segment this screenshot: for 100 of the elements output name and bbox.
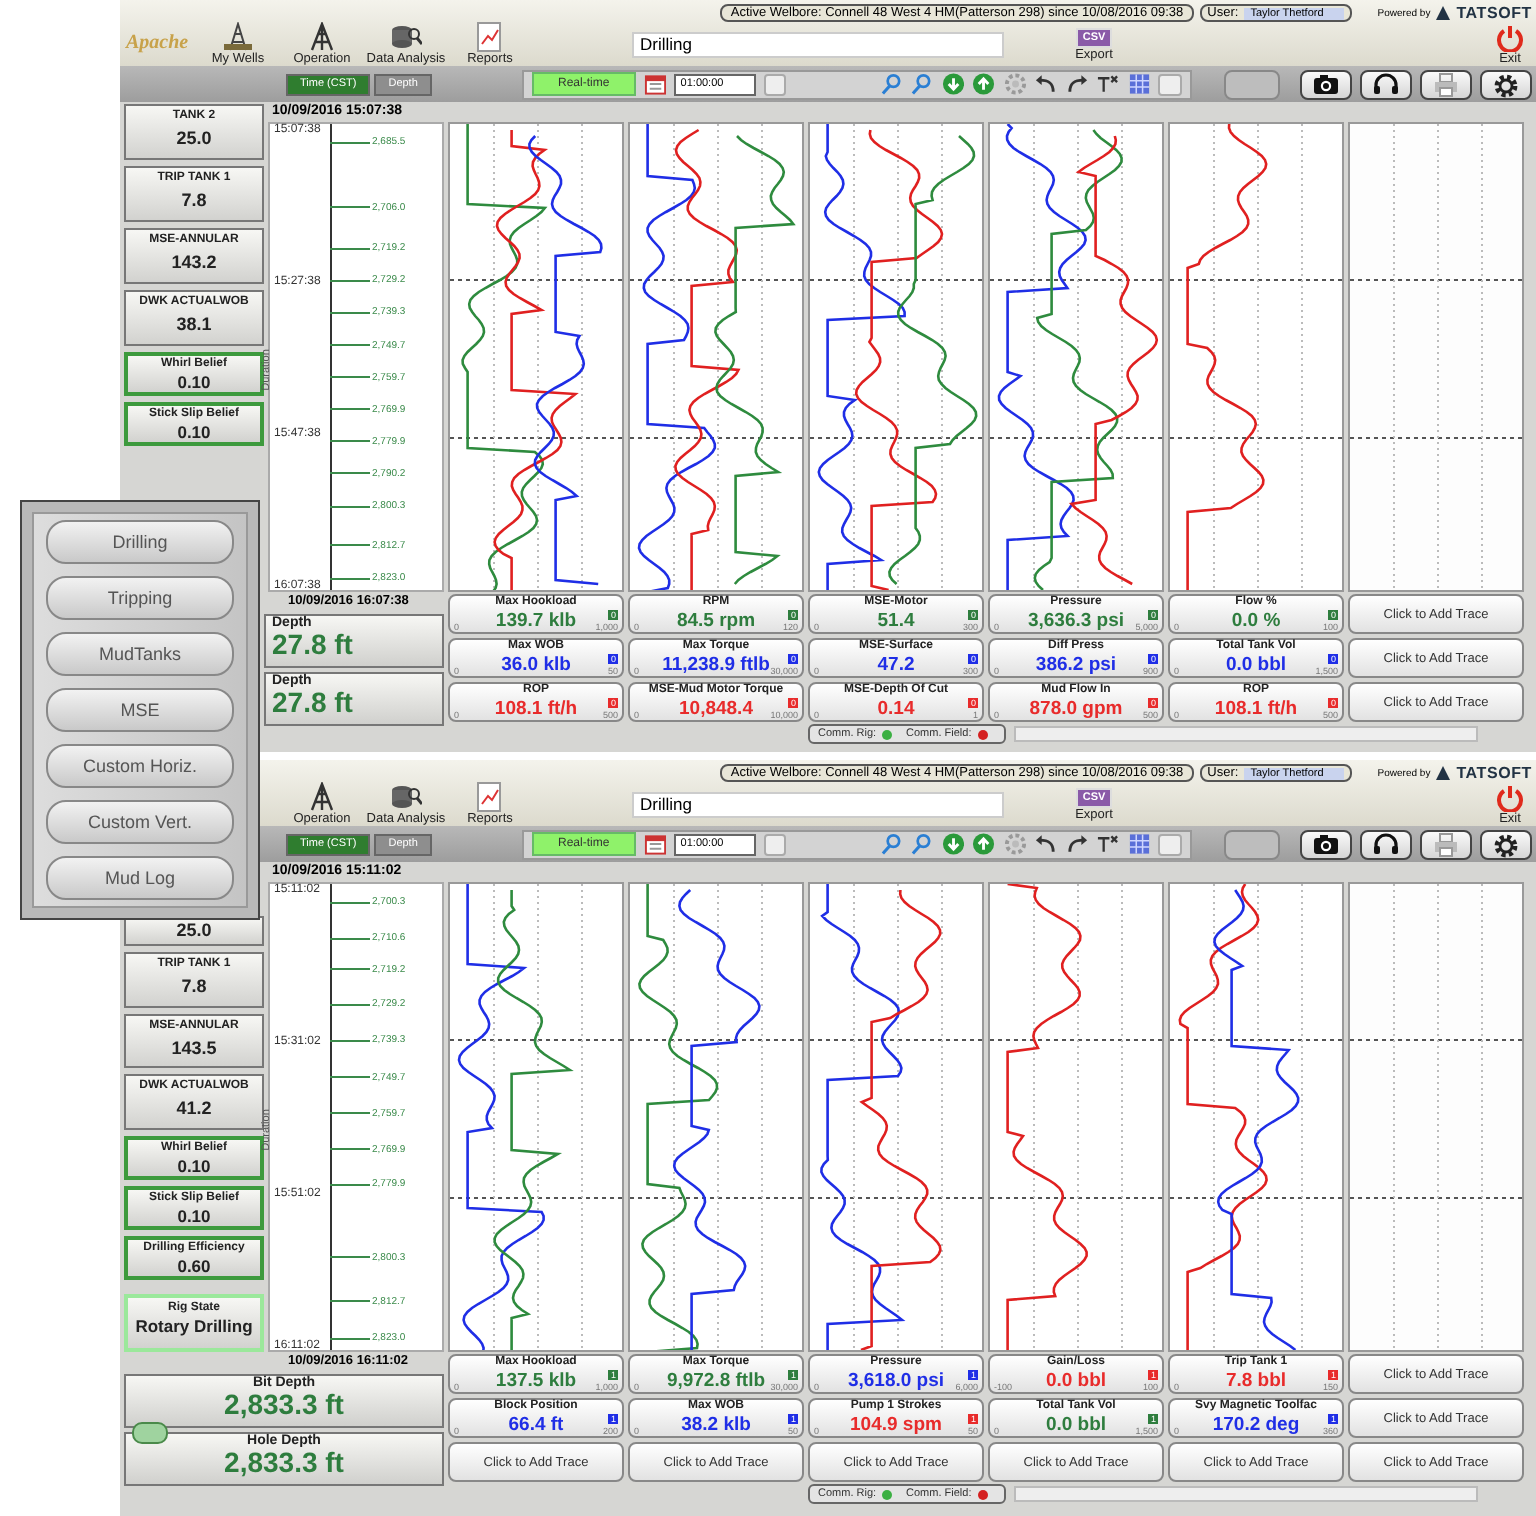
horizontal-scrollbar[interactable]	[1013, 726, 1478, 742]
power-icon	[1496, 23, 1524, 51]
more-button[interactable]	[1158, 833, 1182, 855]
up-arrow-icon	[972, 832, 996, 856]
depth-value: 27.8 ft	[272, 630, 355, 660]
gauge-value: 104.9 spm	[850, 1414, 942, 1436]
more-button[interactable]	[1158, 73, 1182, 95]
redo-icon	[1065, 72, 1089, 96]
report-chart-icon	[474, 782, 506, 812]
depth-tick	[330, 1003, 370, 1006]
gauge-value: 11,238.9 ftlb	[662, 654, 770, 676]
collapse-handle[interactable]	[132, 1422, 168, 1444]
card-value: 41.2	[176, 1098, 212, 1119]
horizontal-scrollbar[interactable]	[1013, 1486, 1478, 1502]
view-option-button[interactable]: Drilling	[46, 520, 234, 564]
brand-logo-icon	[1434, 764, 1453, 782]
headset-button[interactable]	[1360, 69, 1412, 99]
depth-tick	[330, 1039, 370, 1042]
gauge-value: 108.1 ft/h	[1214, 698, 1298, 720]
toggle-button[interactable]	[1224, 69, 1280, 99]
camera-button[interactable]	[1300, 69, 1352, 99]
depth-tick	[330, 440, 370, 443]
zoom-out-icon	[910, 832, 934, 856]
gauge-value: 36.0 klb	[501, 654, 571, 676]
camera-button[interactable]	[1300, 829, 1352, 859]
settings-icon	[1492, 71, 1520, 97]
printer-icon	[1432, 71, 1460, 97]
view-option-button[interactable]: MudTanks	[46, 632, 234, 676]
printer-button[interactable]	[1420, 69, 1472, 99]
view-title-field[interactable]: Drilling	[632, 31, 1004, 57]
gauge-value: 51.4	[877, 610, 915, 632]
gauge-value: 9,972.8 ftlb	[666, 1370, 766, 1392]
gauge-value: 137.5 klb	[495, 1370, 577, 1392]
database-magnifier-icon	[390, 22, 422, 52]
more-button[interactable]	[763, 73, 787, 95]
card-value: 7.8	[181, 190, 207, 210]
depth-tick	[330, 1256, 370, 1259]
depth-tick	[330, 247, 370, 250]
card-value: 7.8	[181, 975, 207, 996]
settings-button[interactable]	[1480, 829, 1532, 859]
depth-tick	[330, 376, 370, 379]
printer-button[interactable]	[1420, 829, 1472, 859]
depth-tick	[330, 408, 370, 411]
toggle-button[interactable]	[1224, 829, 1280, 859]
more-button[interactable]	[763, 833, 787, 855]
settings-button[interactable]	[1480, 69, 1532, 99]
gauge-value: 66.4 ft	[508, 1414, 564, 1436]
printer-icon	[1432, 831, 1460, 857]
down-arrow-icon	[941, 72, 965, 96]
depth-tick	[330, 141, 370, 143]
card-value: 143.5	[171, 1037, 217, 1058]
brand-name: TATSOFT	[1456, 4, 1532, 22]
gauge-value: 38.2 klb	[681, 1414, 751, 1436]
view-option-button[interactable]: Mud Log	[46, 856, 234, 900]
card-value: 38.1	[176, 314, 212, 334]
up-arrow-icon	[972, 72, 996, 96]
zoom-out-icon	[910, 72, 934, 96]
gauge-value: 0.14	[877, 698, 915, 720]
depth-tick	[330, 968, 370, 971]
card-value: Rotary Drilling	[135, 1316, 253, 1337]
gauge-value: 0.0 bbl	[1045, 1370, 1107, 1392]
card-value: 143.2	[171, 252, 217, 272]
view-option-button[interactable]: MSE	[46, 688, 234, 732]
gauge-value: 170.2 deg	[1212, 1414, 1300, 1436]
gauge-value: 878.0 gpm	[1029, 698, 1123, 720]
zoom-in-icon	[879, 72, 903, 96]
depth-tick	[330, 1337, 370, 1339]
zoom-in-icon	[879, 832, 903, 856]
card-value: 0.60	[177, 1256, 211, 1277]
company-logo: Apache	[126, 32, 189, 54]
camera-icon	[1312, 71, 1340, 97]
undo-icon	[1034, 72, 1058, 96]
depth-tick	[330, 937, 370, 940]
grid-icon	[1127, 832, 1151, 856]
card-value: 0.10	[177, 422, 211, 442]
depth-tick	[330, 472, 370, 475]
headset-icon	[1372, 71, 1400, 97]
view-option-button[interactable]: Custom Vert.	[46, 800, 234, 844]
view-option-button[interactable]: Tripping	[46, 576, 234, 620]
camera-icon	[1312, 831, 1340, 857]
gauge-value: 47.2	[877, 654, 915, 676]
depth-tick	[330, 1076, 370, 1079]
gauge-value: 3,618.0 psi	[847, 1370, 945, 1392]
gauge-value: 7.8 bbl	[1225, 1370, 1287, 1392]
headset-button[interactable]	[1360, 829, 1412, 859]
depth-value: 2,833.3 ft	[224, 1448, 344, 1478]
brand-logo-icon	[1434, 4, 1453, 22]
power-icon	[1496, 783, 1524, 811]
gauge-value: 10,848.4	[679, 698, 753, 720]
database-magnifier-icon	[390, 782, 422, 812]
grid-icon	[1127, 72, 1151, 96]
view-option-button[interactable]: Custom Horiz.	[46, 744, 234, 788]
derrick-icon	[306, 782, 338, 812]
gauge-value: 108.1 ft/h	[494, 698, 578, 720]
depth-tick	[330, 1112, 370, 1115]
depth-tick	[330, 1300, 370, 1303]
report-chart-icon	[474, 22, 506, 52]
view-title-field[interactable]: Drilling	[632, 791, 1004, 817]
depth-tick	[330, 901, 370, 903]
down-arrow-icon	[941, 832, 965, 856]
